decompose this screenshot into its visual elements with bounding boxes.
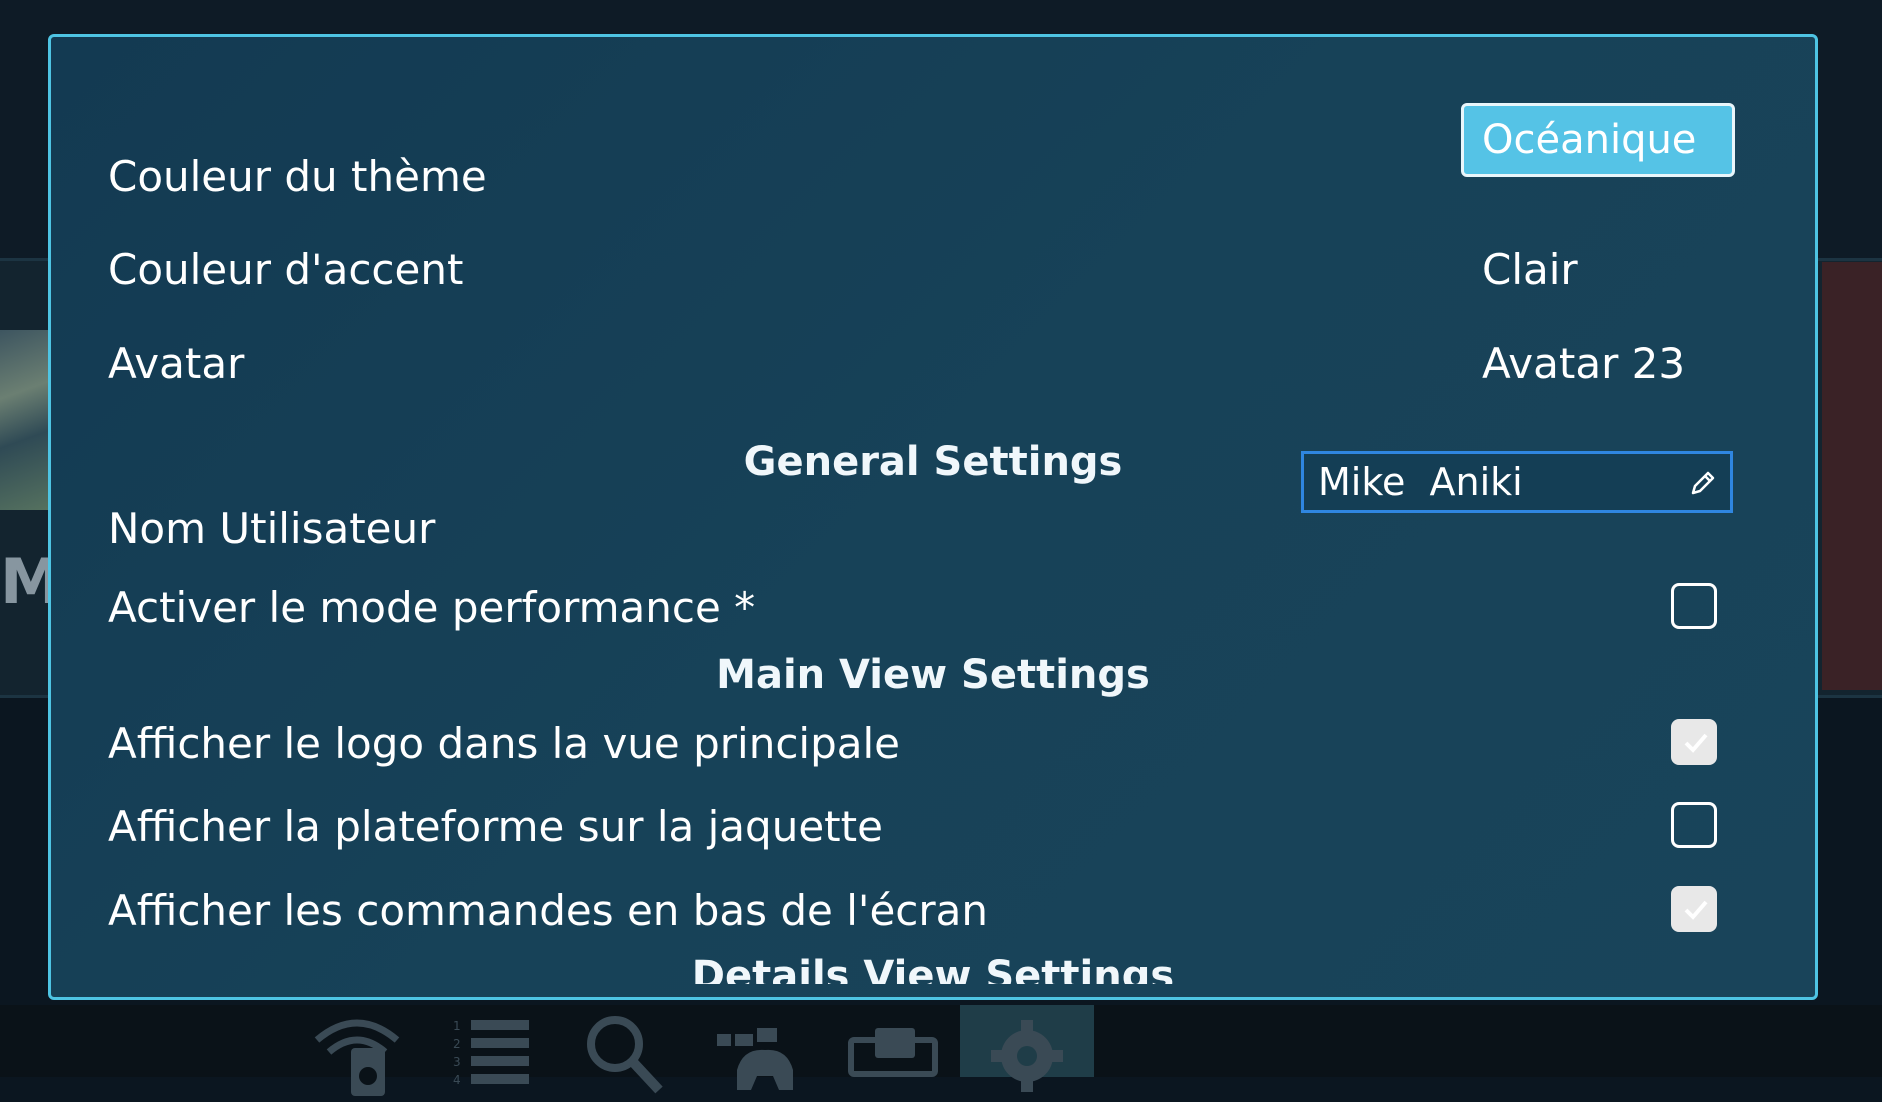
username-value: Mike Aniki (1318, 460, 1523, 504)
username-label: Nom Utilisateur (108, 504, 436, 553)
avatar-value[interactable]: Avatar 23 (1482, 339, 1685, 389)
checkmark-icon (1684, 733, 1708, 753)
numbered-list-icon[interactable]: 1 2 3 4 (424, 1005, 558, 1087)
theme-color-button[interactable]: Océanique (1461, 103, 1735, 177)
background-game-thumbnail (0, 330, 48, 510)
theme-color-label: Couleur du thème (108, 152, 487, 201)
section-main-view-settings: Main View Settings (716, 652, 1150, 698)
svg-text:1: 1 (453, 1019, 461, 1033)
search-icon[interactable] (558, 1005, 692, 1094)
avatar-label: Avatar (108, 339, 245, 388)
svg-text:2: 2 (453, 1037, 461, 1051)
performance-mode-label: Activer le mode performance * (108, 583, 756, 632)
taskbar: 1 2 3 4 (290, 1005, 1094, 1096)
show-controls-checkbox[interactable] (1671, 886, 1717, 932)
network-storage-icon[interactable] (290, 1005, 424, 1096)
checkmark-icon (1684, 900, 1708, 920)
show-platform-checkbox[interactable] (1671, 802, 1717, 848)
display-icon[interactable] (826, 1005, 960, 1077)
show-logo-label: Afficher le logo dans la vue principale (108, 719, 900, 768)
accent-color-value[interactable]: Clair (1482, 245, 1578, 295)
section-details-view-settings: Details View Settings (691, 953, 1175, 984)
show-controls-label: Afficher les commandes en bas de l'écran (108, 886, 989, 935)
details-section-clip: Details View Settings (51, 942, 1815, 984)
gear-icon[interactable] (960, 1005, 1094, 1092)
settings-dialog: Couleur du thème Océanique Couleur d'acc… (48, 34, 1818, 1000)
svg-text:3: 3 (453, 1055, 461, 1069)
background-game-card (1822, 262, 1882, 690)
show-logo-checkbox[interactable] (1671, 719, 1717, 765)
show-platform-label: Afficher la plateforme sur la jaquette (108, 802, 883, 851)
username-input[interactable]: Mike Aniki (1301, 451, 1733, 513)
controller-icon[interactable] (692, 1005, 826, 1090)
accent-color-label: Couleur d'accent (108, 245, 464, 294)
pencil-icon[interactable] (1688, 468, 1718, 498)
performance-mode-checkbox[interactable] (1671, 583, 1717, 629)
svg-text:4: 4 (453, 1073, 461, 1087)
